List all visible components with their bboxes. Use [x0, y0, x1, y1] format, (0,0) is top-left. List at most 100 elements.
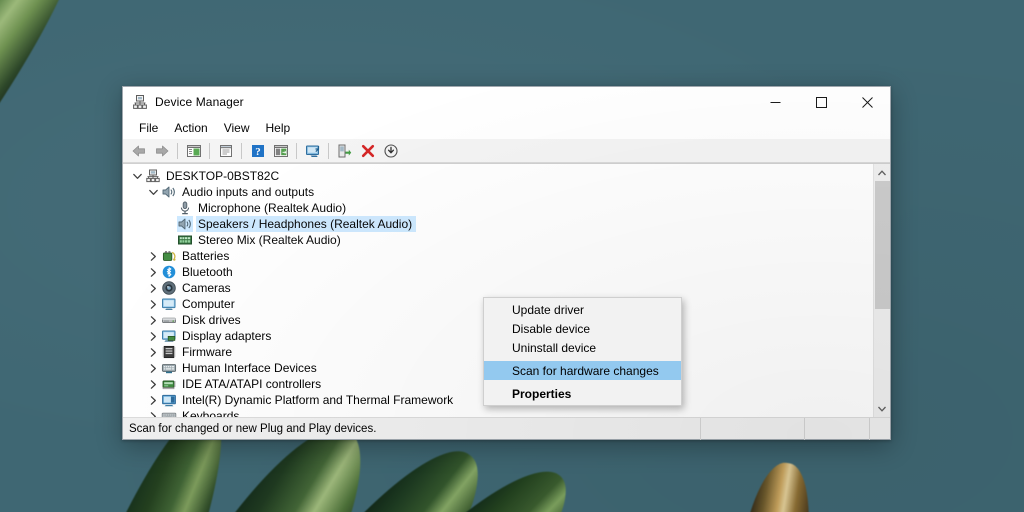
display-adapter-icon	[161, 328, 177, 344]
chevron-right-icon[interactable]	[145, 315, 161, 325]
tree-node-label: Speakers / Headphones (Realtek Audio)	[198, 216, 417, 232]
status-pane-2	[701, 417, 805, 440]
bluetooth-icon	[161, 264, 177, 280]
console-tree-icon	[186, 143, 202, 159]
disable-device-button[interactable]	[379, 140, 402, 162]
right-arrow-icon	[154, 143, 170, 159]
chevron-right-icon[interactable]	[145, 251, 161, 261]
toolbar-separator	[177, 142, 178, 159]
caption-buttons	[752, 87, 890, 117]
chevron-right-icon[interactable]	[145, 331, 161, 341]
red-x-icon	[360, 143, 376, 159]
tree-node[interactable]: Microphone (Realtek Audio)	[123, 200, 873, 216]
scroll-up-button[interactable]	[874, 164, 891, 181]
chevron-right-icon[interactable]	[145, 283, 161, 293]
show-hide-console-tree-button[interactable]	[182, 140, 205, 162]
scrollbar-track[interactable]	[874, 181, 891, 400]
tree-node-label: Intel(R) Dynamic Platform and Thermal Fr…	[182, 393, 454, 407]
chevron-right-icon[interactable]	[145, 299, 161, 309]
scrollbar-thumb[interactable]	[874, 181, 890, 309]
maximize-button[interactable]	[798, 87, 844, 117]
speaker-icon	[177, 216, 193, 232]
chevron-down-icon[interactable]	[129, 173, 145, 180]
title-bar[interactable]: Device Manager	[123, 87, 890, 117]
tree-node-label: Batteries	[182, 249, 230, 263]
chevron-right-icon[interactable]	[145, 411, 161, 417]
menu-action[interactable]: Action	[166, 118, 215, 138]
tree-node[interactable]: Bluetooth	[123, 264, 873, 280]
context-menu-item[interactable]: Properties	[484, 384, 681, 403]
menu-bar: File Action View Help	[123, 117, 890, 139]
toolbar-separator	[296, 142, 297, 159]
tree-node-label: Computer	[182, 297, 235, 311]
context-menu-item[interactable]: Disable device	[484, 319, 681, 338]
menu-view[interactable]: View	[216, 118, 258, 138]
status-message: Scan for changed or new Plug and Play de…	[123, 417, 701, 440]
minimize-button[interactable]	[752, 87, 798, 117]
update-driver-icon	[273, 143, 289, 159]
status-pane-3	[805, 417, 870, 440]
enable-device-icon	[337, 143, 353, 159]
status-bar: Scan for changed or new Plug and Play de…	[123, 417, 890, 440]
context-menu-item[interactable]: Uninstall device	[484, 338, 681, 357]
chevron-down-icon[interactable]	[145, 189, 161, 196]
vertical-scrollbar[interactable]	[873, 164, 890, 417]
tree-node-label: Firmware	[182, 345, 232, 359]
microphone-icon	[177, 200, 193, 216]
battery-icon	[161, 248, 177, 264]
back-button[interactable]	[127, 140, 150, 162]
tree-node-label: Stereo Mix (Realtek Audio)	[198, 233, 341, 247]
plant-leaf-icon	[0, 0, 125, 454]
plant-leaf-tip-icon	[728, 458, 820, 512]
tree-node-label: Disk drives	[182, 313, 241, 327]
tree-node[interactable]: Speakers / Headphones (Realtek Audio)	[123, 216, 873, 232]
chevron-right-icon[interactable]	[145, 347, 161, 357]
ide-controller-icon	[161, 376, 177, 392]
tree-node-label: Cameras	[182, 281, 231, 295]
scan-monitor-icon	[305, 143, 321, 159]
properties-button[interactable]	[214, 140, 237, 162]
menu-file[interactable]: File	[131, 118, 166, 138]
tree-node[interactable]: DESKTOP-0BST82C	[123, 168, 873, 184]
forward-button[interactable]	[150, 140, 173, 162]
update-driver-button[interactable]	[269, 140, 292, 162]
tree-node-label: Audio inputs and outputs	[182, 185, 315, 199]
keyboard-icon	[161, 408, 177, 417]
tree-node[interactable]: Cameras	[123, 280, 873, 296]
desktop-background: Device Manager File Action View Help ? D…	[0, 0, 1024, 512]
tree-node-label: Display adapters	[182, 329, 272, 343]
tree-node[interactable]: Batteries	[123, 248, 873, 264]
scroll-down-button[interactable]	[874, 400, 891, 417]
help-button[interactable]: ?	[246, 140, 269, 162]
computer-node-icon	[145, 168, 161, 184]
camera-icon	[161, 280, 177, 296]
toolbar-separator	[241, 142, 242, 159]
tree-node-label: Human Interface Devices	[182, 361, 317, 375]
chevron-right-icon[interactable]	[145, 363, 161, 373]
context-menu-item-label: Uninstall device	[512, 340, 597, 355]
hid-keyboard-icon	[161, 360, 177, 376]
context-menu[interactable]: Update driver Disable device Uninstall dev…	[483, 297, 682, 406]
uninstall-device-button[interactable]	[356, 140, 379, 162]
tree-node[interactable]: Audio inputs and outputs	[123, 184, 873, 200]
context-menu-item[interactable]: Scan for hardware changes	[484, 361, 681, 380]
properties-window-icon	[218, 143, 234, 159]
disk-drive-icon	[161, 312, 177, 328]
enable-device-button[interactable]	[333, 140, 356, 162]
speaker-icon	[161, 184, 177, 200]
svg-text:?: ?	[255, 146, 261, 158]
device-manager-icon	[132, 94, 148, 110]
status-pane-4	[870, 418, 890, 440]
monitor-icon	[161, 296, 177, 312]
close-button[interactable]	[844, 87, 890, 117]
tree-node[interactable]: Stereo Mix (Realtek Audio)	[123, 232, 873, 248]
chevron-right-icon[interactable]	[145, 395, 161, 405]
firmware-chip-icon	[161, 344, 177, 360]
left-arrow-icon	[131, 143, 147, 159]
chevron-right-icon[interactable]	[145, 379, 161, 389]
context-menu-item[interactable]: Update driver	[484, 300, 681, 319]
chevron-right-icon[interactable]	[145, 267, 161, 277]
scan-for-hardware-changes-button[interactable]	[301, 140, 324, 162]
tree-node[interactable]: Keyboards	[123, 408, 873, 417]
menu-help[interactable]: Help	[258, 118, 299, 138]
